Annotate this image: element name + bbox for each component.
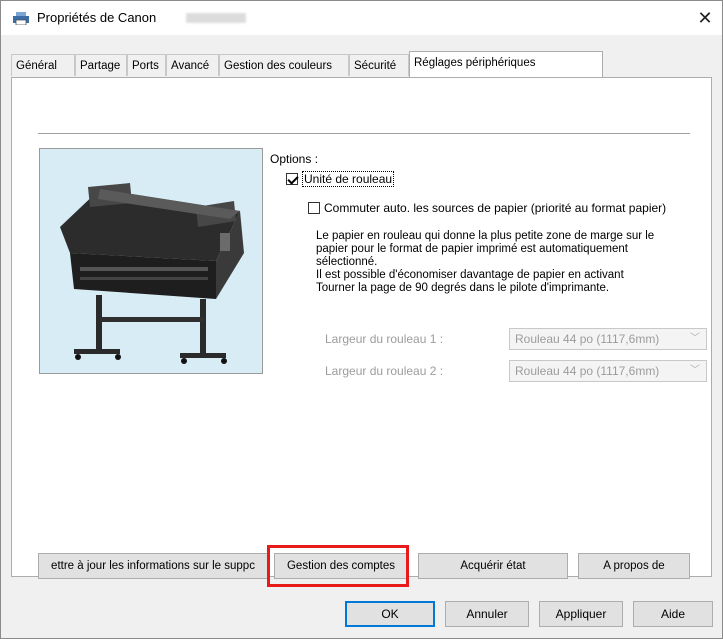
chevron-down-icon: ﹀ [690,365,700,376]
cancel-button[interactable]: Annuler [445,601,529,627]
roll-unit-label: Unité de rouleau [302,171,395,187]
roll-unit-option[interactable]: Unité de rouleau [286,171,395,187]
window-title: Propriétés de Canon [37,10,157,25]
update-media-info-button[interactable]: ettre à jour les informations sur le sup… [38,553,268,579]
auto-switch-checkbox[interactable] [308,202,320,214]
roll-unit-checkbox[interactable] [286,173,298,185]
redacted-model-name [186,13,246,23]
tab-device-settings[interactable]: Réglages périphériques [409,51,603,77]
ok-button[interactable]: OK [345,601,435,627]
roll-width-2-label: Largeur du rouleau 2 : [325,364,444,378]
roll-description: Le papier en rouleau qui donne la plus p… [316,230,655,294]
title-bar: Propriétés de Canon ✕ [1,1,722,35]
options-label: Options : [270,152,319,166]
device-settings-panel: Options : Unité de rouleau Commuter auto… [11,77,712,579]
roll-width-2-select[interactable]: Rouleau 44 po (1117,6mm) ﹀ [509,360,707,382]
roll-width-1-label: Largeur du rouleau 1 : [325,332,444,346]
acquire-status-button[interactable]: Acquérir état [418,553,568,579]
help-button[interactable]: Aide [633,601,713,627]
chevron-down-icon: ﹀ [690,333,700,344]
highlight-box [267,545,409,587]
apply-button[interactable]: Appliquer [539,601,623,627]
roll-width-2-value: Rouleau 44 po (1117,6mm) [515,364,660,378]
tab-sharing[interactable]: Partage [75,54,127,76]
tab-security[interactable]: Sécurité [349,54,409,76]
tab-advanced[interactable]: Avancé [166,54,219,76]
roll-width-1-select[interactable]: Rouleau 44 po (1117,6mm) ﹀ [509,328,707,350]
auto-switch-label: Commuter auto. les sources de papier (pr… [324,201,667,215]
printer-icon [13,12,29,25]
printer-preview [39,148,263,374]
separator-line [38,133,690,134]
auto-switch-option[interactable]: Commuter auto. les sources de papier (pr… [308,201,666,215]
close-button[interactable]: ✕ [688,1,722,35]
about-button[interactable]: A propos de [578,553,690,579]
printer-properties-window: Propriétés de Canon ✕ Général Partage Po… [0,0,723,639]
tab-ports[interactable]: Ports [127,54,166,76]
tab-general[interactable]: Général [11,54,75,76]
printer-illustration [60,183,244,364]
tab-color-management[interactable]: Gestion des couleurs [219,54,349,76]
roll-width-1-value: Rouleau 44 po (1117,6mm) [515,332,660,346]
